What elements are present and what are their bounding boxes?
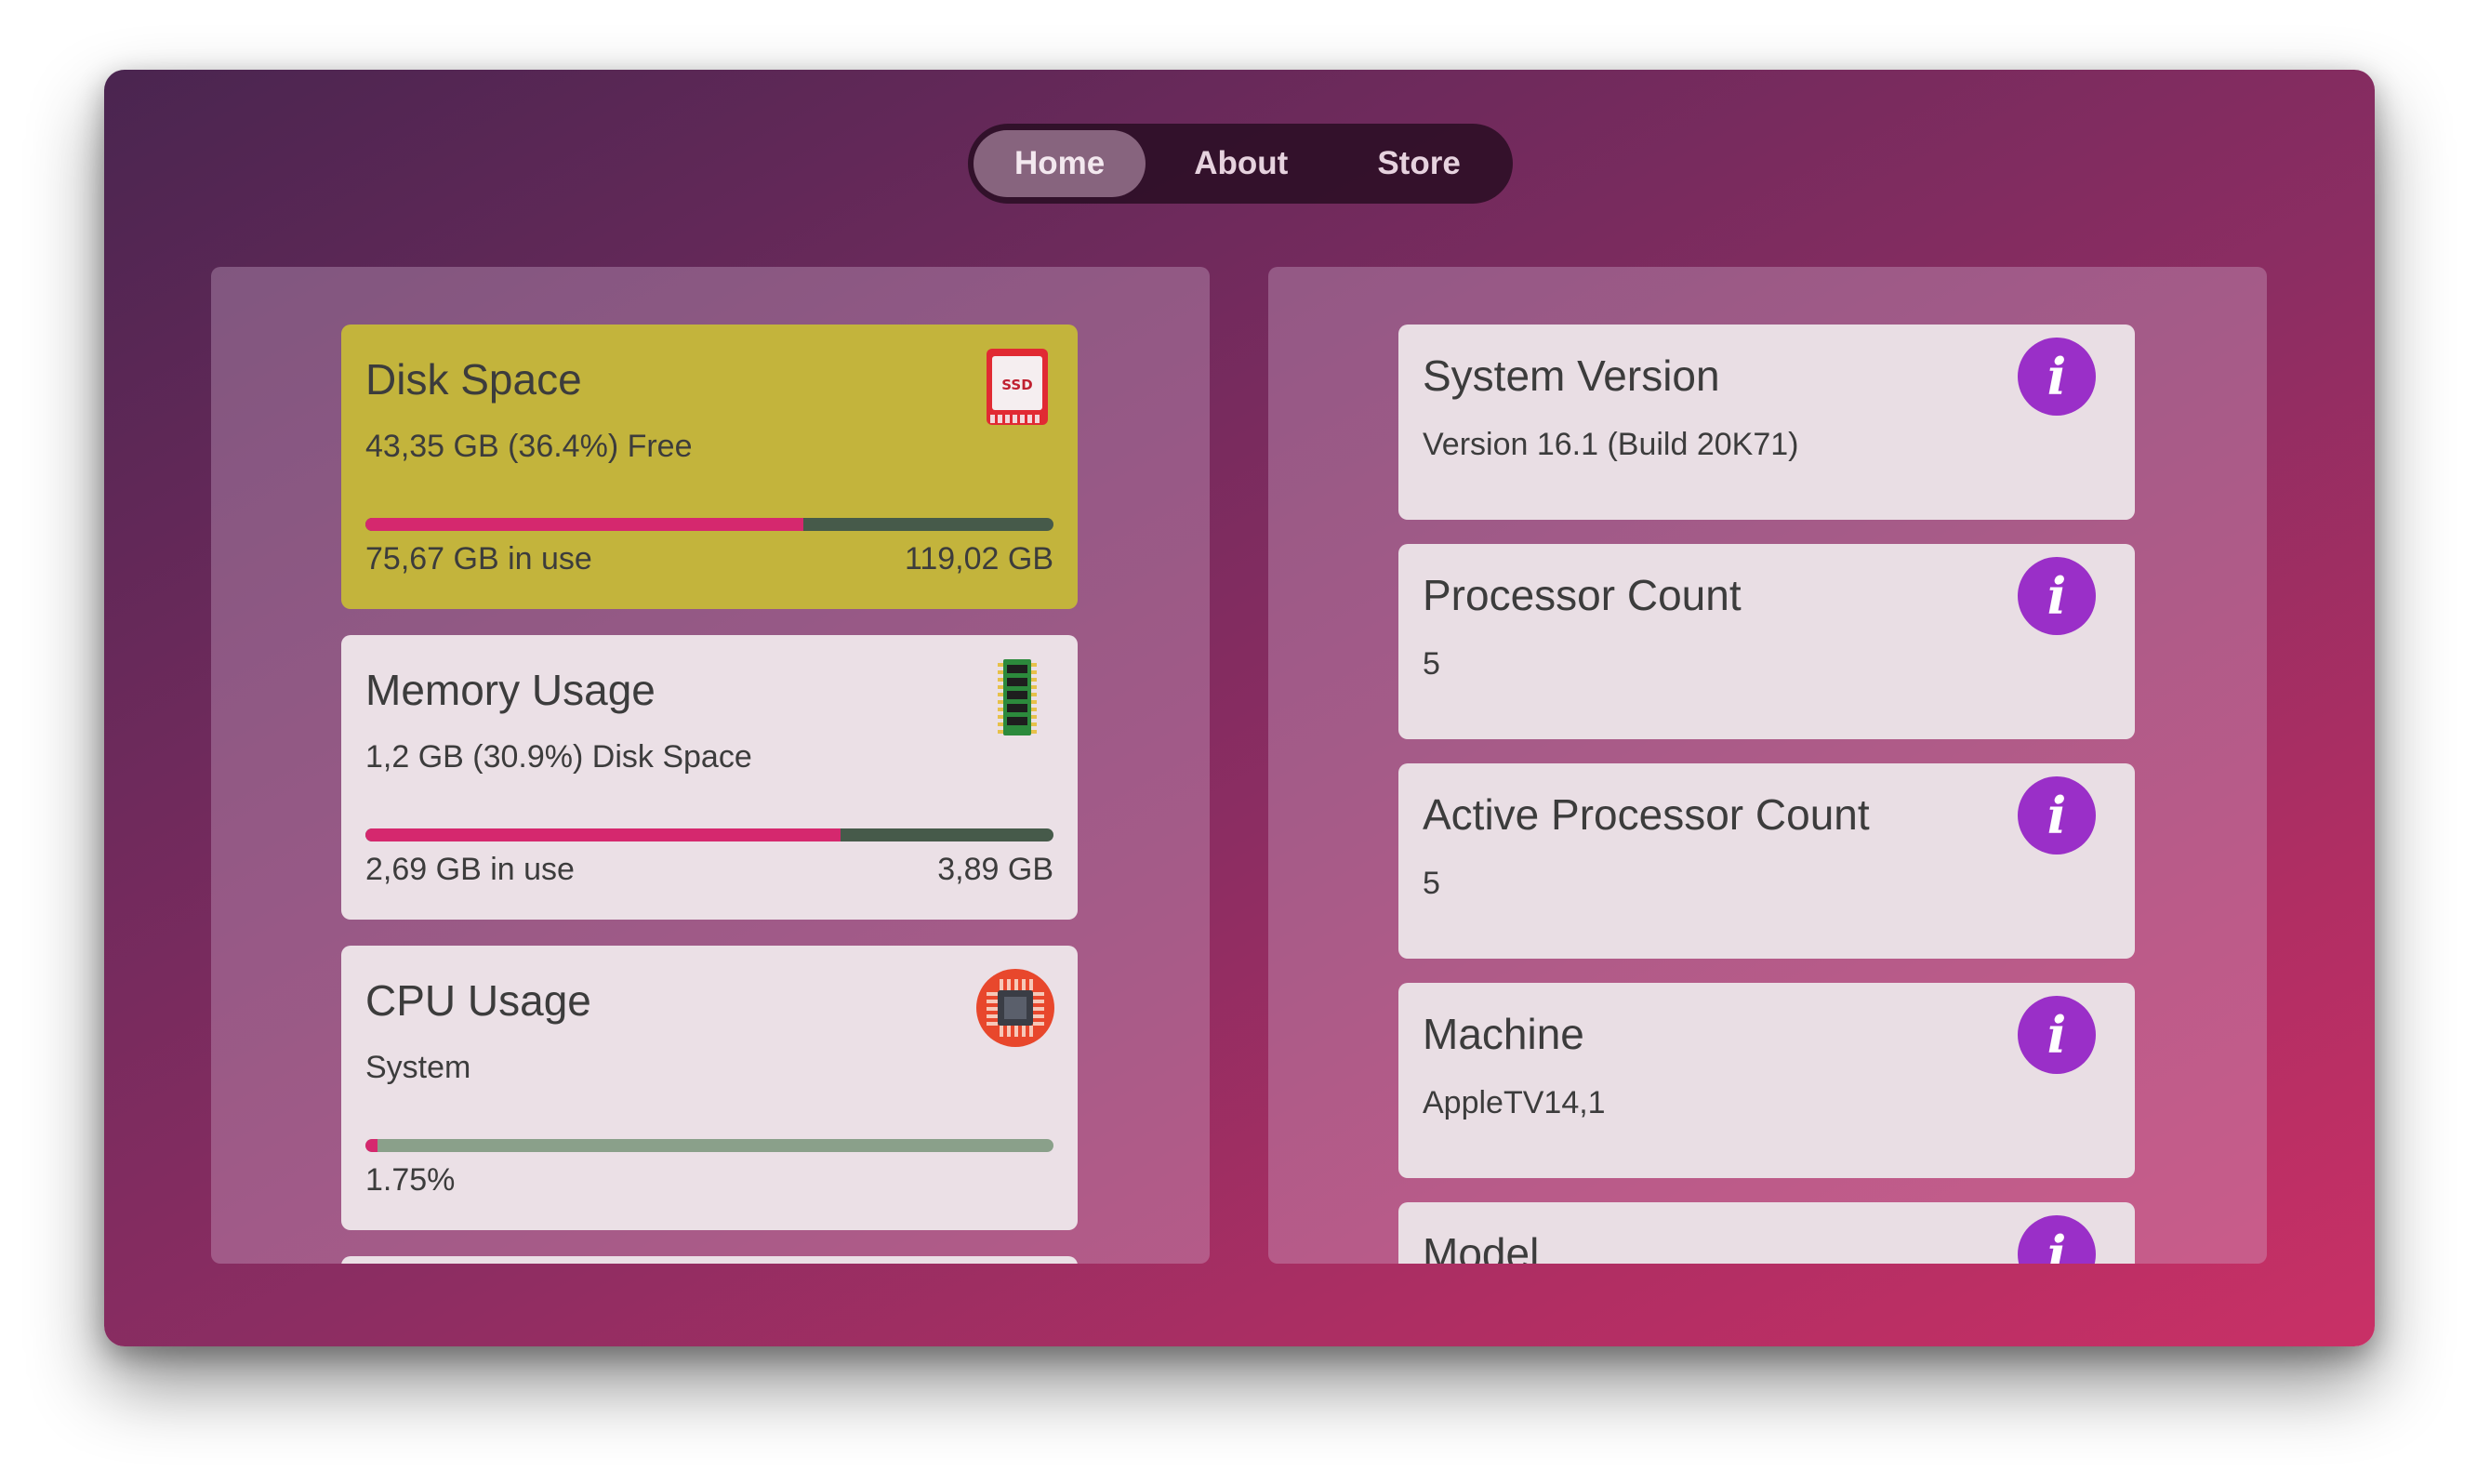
ssd-icon: SSD <box>987 349 1048 425</box>
card-subtitle: 1,2 GB (30.9%) Disk Space <box>365 739 752 775</box>
info-title: Processor Count <box>1423 571 1742 619</box>
used-label: 75,67 GB in use <box>365 541 592 576</box>
cpu-percent-label: 1.75% <box>365 1162 456 1198</box>
tab-store[interactable]: Store <box>1336 130 1501 197</box>
machine-card[interactable]: Machine AppleTV14,1 i <box>1398 983 2135 1178</box>
stats-panel[interactable]: Disk Space 43,35 GB (36.4%) Free SSD 75,… <box>211 267 1210 1264</box>
card-title: Memory Usage <box>365 666 656 714</box>
info-title: Machine <box>1423 1010 1584 1058</box>
svg-text:SSD: SSD <box>1001 377 1032 393</box>
info-value: AppleTV14,1 <box>1423 1085 1606 1120</box>
info-icon[interactable]: i <box>2018 338 2096 416</box>
info-icon[interactable]: i <box>2018 557 2096 635</box>
used-label: 2,69 GB in use <box>365 852 575 887</box>
info-icon[interactable]: i <box>2018 1215 2096 1264</box>
system-version-card[interactable]: System Version Version 16.1 (Build 20K71… <box>1398 325 2135 520</box>
cpu-usage-fill <box>365 1139 378 1152</box>
memory-usage-card[interactable]: Memory Usage 1,2 GB (30.9%) Disk Space 2… <box>341 635 1078 920</box>
card-title: CPU Usage <box>365 976 591 1025</box>
active-processor-count-card[interactable]: Active Processor Count 5 i <box>1398 763 2135 959</box>
cpu-usage-bar <box>365 1139 1053 1152</box>
info-title: System Version <box>1423 351 1720 400</box>
info-value: 5 <box>1423 646 1440 682</box>
top-nav: Home About Store <box>968 124 1513 204</box>
tab-home[interactable]: Home <box>974 130 1146 197</box>
stat-card-partial[interactable] <box>341 1256 1078 1264</box>
model-card[interactable]: Model i <box>1398 1202 2135 1264</box>
info-value: Version 16.1 (Build 20K71) <box>1423 427 1799 462</box>
processor-count-card[interactable]: Processor Count 5 i <box>1398 544 2135 739</box>
info-icon[interactable]: i <box>2018 996 2096 1074</box>
card-subtitle: 43,35 GB (36.4%) Free <box>365 429 693 464</box>
disk-usage-bar <box>365 518 1053 531</box>
cpu-usage-card[interactable]: CPU Usage System 1.75% <box>341 946 1078 1230</box>
card-subtitle: System <box>365 1050 471 1085</box>
disk-space-card[interactable]: Disk Space 43,35 GB (36.4%) Free SSD 75,… <box>341 325 1078 609</box>
tab-about[interactable]: About <box>1153 130 1329 197</box>
card-title: Disk Space <box>365 355 582 404</box>
info-title: Model <box>1423 1229 1540 1264</box>
info-icon[interactable]: i <box>2018 776 2096 855</box>
total-label: 3,89 GB <box>937 852 1053 887</box>
info-title: Active Processor Count <box>1423 790 1870 839</box>
disk-usage-fill <box>365 518 803 531</box>
memory-usage-bar <box>365 828 1053 841</box>
info-panel[interactable]: System Version Version 16.1 (Build 20K71… <box>1268 267 2267 1264</box>
memory-usage-fill <box>365 828 841 841</box>
app-window: Home About Store Disk Space 43,35 GB (36… <box>104 70 2375 1346</box>
memory-chip-icon <box>998 659 1037 735</box>
total-label: 119,02 GB <box>904 541 1053 576</box>
cpu-chip-icon <box>976 969 1054 1047</box>
info-value: 5 <box>1423 866 1440 901</box>
